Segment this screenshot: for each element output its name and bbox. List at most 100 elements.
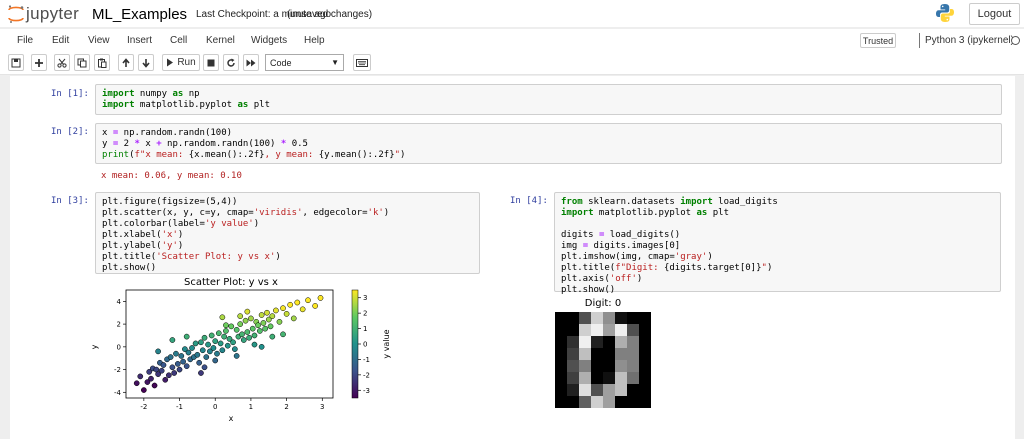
- menu-help[interactable]: Help: [304, 35, 325, 46]
- digit-pixel: [567, 384, 579, 396]
- scatter-point: [217, 340, 224, 347]
- code-token: x: [102, 128, 113, 138]
- scatter-point: [299, 306, 306, 313]
- scatter-point: [273, 307, 279, 314]
- restart-button[interactable]: [223, 54, 239, 71]
- interrupt-button[interactable]: [203, 54, 219, 71]
- menu-file[interactable]: File: [17, 35, 33, 46]
- code-token: plt.title(: [561, 263, 616, 273]
- colorbar-tick-label: 0: [363, 341, 367, 349]
- cell-4-input[interactable]: from sklearn.datasets import load_digits…: [554, 192, 1001, 295]
- menu-cell[interactable]: Cell: [170, 35, 187, 46]
- scatter-point: [258, 312, 265, 318]
- digit-pixel: [579, 372, 591, 384]
- code-line: plt.show(): [561, 285, 778, 296]
- digit-pixel: [627, 396, 639, 408]
- cell-3-input[interactable]: plt.figure(figsize=(5,4)) plt.scatter(x, …: [95, 192, 480, 274]
- jupyter-logo[interactable]: jupyter: [8, 3, 79, 25]
- scatter-point: [155, 348, 161, 355]
- digit-pixel: [579, 336, 591, 348]
- scatter-point: [317, 295, 324, 301]
- cell-2-input[interactable]: x = np.random.randn(100) y = 2 * x + np.r…: [95, 123, 1002, 164]
- colorbar-tick-label: -1: [363, 356, 370, 364]
- logout-button[interactable]: Logout: [969, 3, 1020, 25]
- menu-edit[interactable]: Edit: [52, 35, 69, 46]
- python-logo-icon: [936, 4, 954, 22]
- cut-icon: [57, 58, 67, 68]
- trusted-indicator[interactable]: Trusted: [860, 33, 896, 48]
- code-line: plt.imshow(img, cmap='gray'): [561, 252, 778, 263]
- digit-pixel: [603, 312, 615, 324]
- jupyter-logo-icon: [8, 5, 24, 23]
- y-tick-label: 0: [117, 343, 121, 351]
- code-token: matplotlib.pyplot: [593, 208, 697, 218]
- code-token: digits.images[0]: [588, 241, 681, 251]
- x-tick-label: 2: [284, 403, 288, 411]
- cut-button[interactable]: [54, 54, 70, 71]
- save-button[interactable]: [8, 54, 24, 71]
- digit-pixel: [591, 336, 603, 348]
- digit-pixel: [615, 372, 627, 384]
- move-up-button[interactable]: [118, 54, 134, 71]
- scatter-point: [239, 331, 245, 338]
- code-token: img: [561, 241, 583, 251]
- code-line: x = np.random.randn(100): [102, 128, 405, 139]
- code-token: import: [102, 100, 135, 110]
- digit-pixel: [555, 348, 567, 360]
- kernel-name[interactable]: Python 3 (ipykernel): [925, 35, 1014, 46]
- scatter-point: [269, 313, 276, 319]
- code-token: f"Digit:: [615, 263, 664, 273]
- paste-button[interactable]: [94, 54, 110, 71]
- colorbar: [351, 289, 359, 399]
- code-line: print(f"x mean: {x.mean():.2f}, y mean: …: [102, 150, 405, 161]
- code-token: plt.ylabel(: [102, 241, 162, 251]
- digit-pixel: [627, 372, 639, 384]
- scatter-point: [201, 364, 208, 371]
- digit-pixel: [603, 348, 615, 360]
- code-token: ): [275, 252, 281, 262]
- colorbar-tick-label: -2: [363, 371, 370, 379]
- scatter-point: [237, 313, 244, 319]
- menu-widgets[interactable]: Widgets: [251, 35, 287, 46]
- cell-1-input[interactable]: import numpy as np import matplotlib.pypl…: [95, 84, 1002, 115]
- command-palette-button[interactable]: [353, 54, 371, 71]
- y-tick-label: -2: [114, 366, 121, 374]
- code-token: ): [177, 230, 184, 240]
- restart-run-all-button[interactable]: [243, 54, 259, 71]
- run-button[interactable]: Run: [162, 54, 200, 71]
- x-tick-label: 1: [249, 403, 253, 411]
- insert-cell-button[interactable]: [31, 54, 47, 71]
- notebook-name[interactable]: ML_Examples: [92, 6, 187, 23]
- code-token: numpy: [134, 89, 173, 99]
- scatter-point: [180, 358, 186, 365]
- scatter-point: [223, 328, 229, 334]
- run-button-label: Run: [177, 57, 196, 68]
- digit-pixel: [627, 360, 639, 372]
- menu-view[interactable]: View: [88, 35, 110, 46]
- menu-kernel[interactable]: Kernel: [206, 35, 235, 46]
- code-token: np: [183, 89, 200, 99]
- digit-pixel: [639, 372, 651, 384]
- code-token: ): [766, 263, 773, 273]
- cell-type-select[interactable]: Code ▼: [265, 54, 344, 71]
- scatter-point: [169, 364, 176, 371]
- scatter-point: [201, 334, 208, 341]
- scatter-point: [262, 325, 269, 332]
- code-line: plt.xlabel('x'): [102, 230, 389, 241]
- scatter-point: [269, 333, 276, 340]
- cell-1-prompt: In [1]:: [51, 89, 89, 99]
- digit-pixel: [567, 372, 579, 384]
- scatter-point: [151, 382, 158, 389]
- scatter-point: [221, 333, 227, 340]
- scatter-y-ticks: -4 -2 0 2 4: [114, 298, 126, 397]
- copy-button[interactable]: [74, 54, 90, 71]
- code-line: digits = load_digits(): [561, 230, 778, 241]
- digit-pixel: [603, 396, 615, 408]
- scatter-point: [244, 329, 251, 335]
- scatter-point: [174, 361, 181, 367]
- menu-insert[interactable]: Insert: [127, 35, 152, 46]
- code-token: plt.show(): [102, 263, 157, 273]
- move-down-button[interactable]: [138, 54, 154, 71]
- plus-icon: [35, 58, 43, 67]
